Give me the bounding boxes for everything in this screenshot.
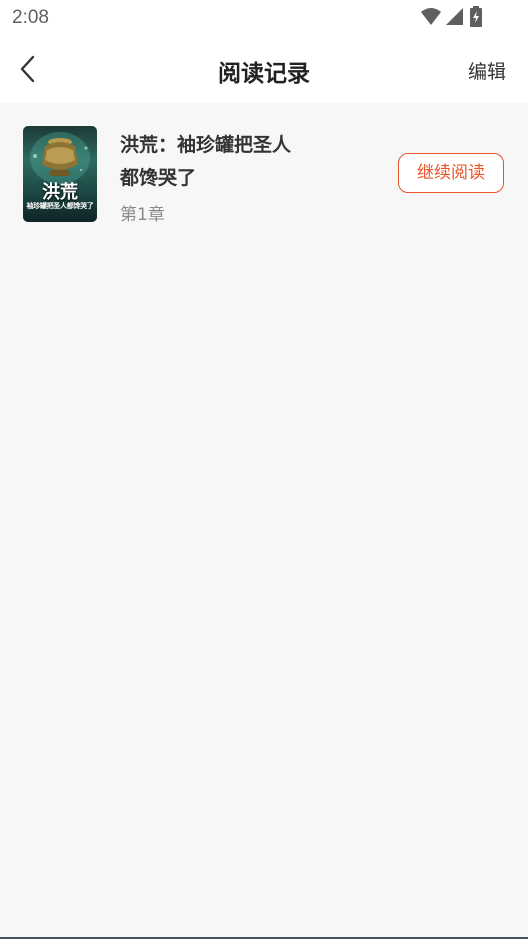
- page-title: 阅读记录: [218, 61, 310, 87]
- wifi-icon: [421, 8, 441, 25]
- list-item[interactable]: 洪荒 袖珍罐把圣人都馋哭了 洪荒：袖珍罐把圣人 都馋哭了 第1章 继续阅读: [0, 103, 528, 243]
- edit-button[interactable]: 编辑: [468, 57, 506, 84]
- history-list: 洪荒 袖珍罐把圣人都馋哭了 洪荒：袖珍罐把圣人 都馋哭了 第1章 继续阅读: [0, 103, 528, 937]
- book-chapter: 第1章: [120, 205, 165, 225]
- nav-bar: 阅读记录 编辑: [0, 36, 528, 103]
- cover-subtitle: 袖珍罐把圣人都馋哭了: [26, 202, 94, 210]
- continue-reading-button[interactable]: 继续阅读: [398, 153, 504, 193]
- book-title[interactable]: 洪荒：袖珍罐把圣人 都馋哭了: [120, 129, 320, 195]
- book-title-line1: 洪荒：袖珍罐把圣人: [120, 134, 292, 156]
- status-bar: 2:08: [0, 0, 528, 36]
- book-cover[interactable]: 洪荒 袖珍罐把圣人都馋哭了: [23, 126, 97, 222]
- status-icons: [420, 6, 490, 27]
- battery-icon: [470, 6, 482, 27]
- status-time: 2:08: [12, 7, 49, 28]
- signal-icon: [446, 8, 463, 25]
- book-title-line2: 都馋哭了: [120, 167, 197, 189]
